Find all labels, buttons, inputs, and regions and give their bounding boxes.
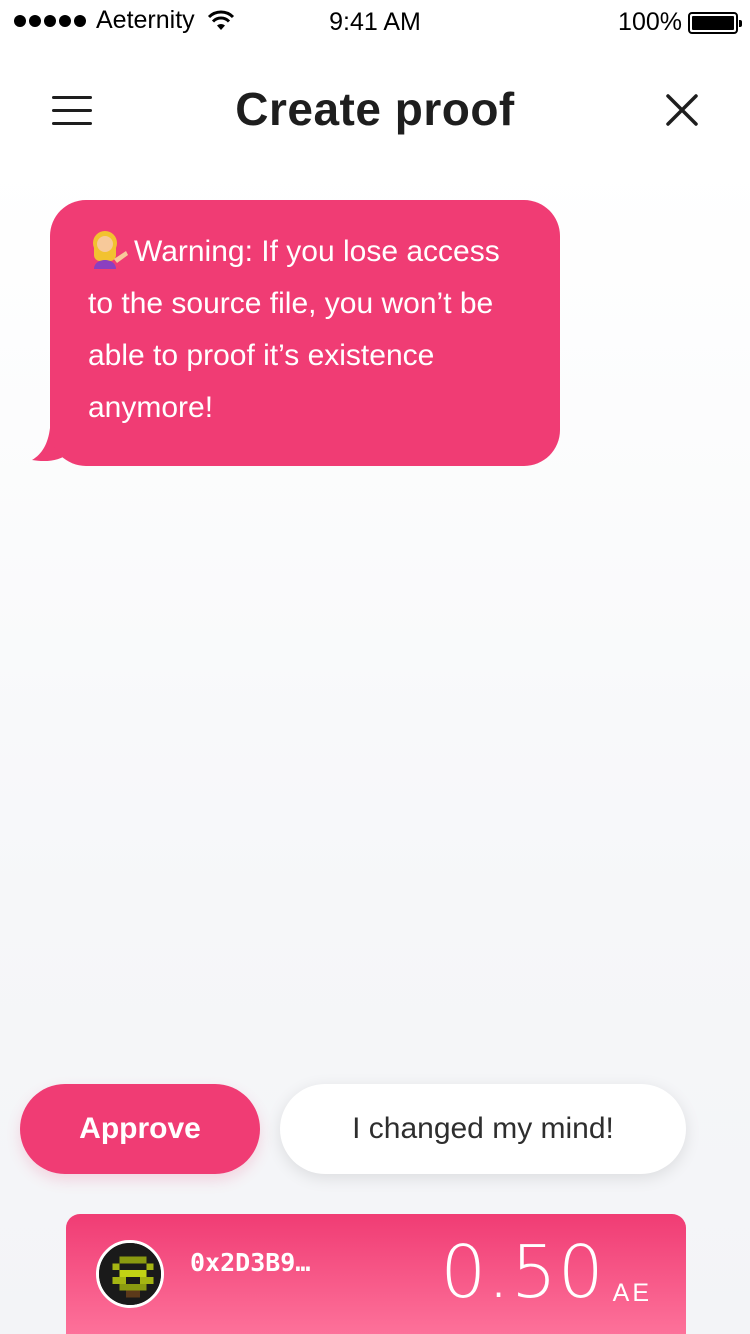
approve-button[interactable]: Approve (20, 1084, 260, 1174)
message-bubble: Warning: If you lose access to the sourc… (50, 200, 560, 466)
balance-unit: AE (612, 1279, 652, 1307)
close-icon[interactable] (660, 88, 704, 132)
account-address: 0x2D3B9… (190, 1248, 311, 1277)
balance-value: 0.50 (440, 1230, 605, 1314)
status-bar: Aeternity 9:41 AM 100% (0, 0, 750, 44)
status-bar-right: 100% (618, 8, 742, 37)
battery-percentage: 100% (618, 8, 682, 36)
account-balance: 0.50 AE (440, 1232, 652, 1312)
page-title: Create proof (235, 83, 515, 135)
app-header: Create proof (0, 60, 750, 160)
message-text: Warning: If you lose access to the sourc… (88, 235, 500, 424)
warning-message: Warning: If you lose access to the sourc… (30, 200, 560, 466)
battery-icon (688, 11, 742, 34)
avatar (96, 1240, 164, 1308)
woman-tipping-hand-emoji (93, 231, 128, 269)
identicon-image (99, 1243, 161, 1305)
account-card[interactable]: 0x2D3B9… 0.50 AE (66, 1214, 686, 1334)
changed-my-mind-button[interactable]: I changed my mind! (280, 1084, 686, 1174)
